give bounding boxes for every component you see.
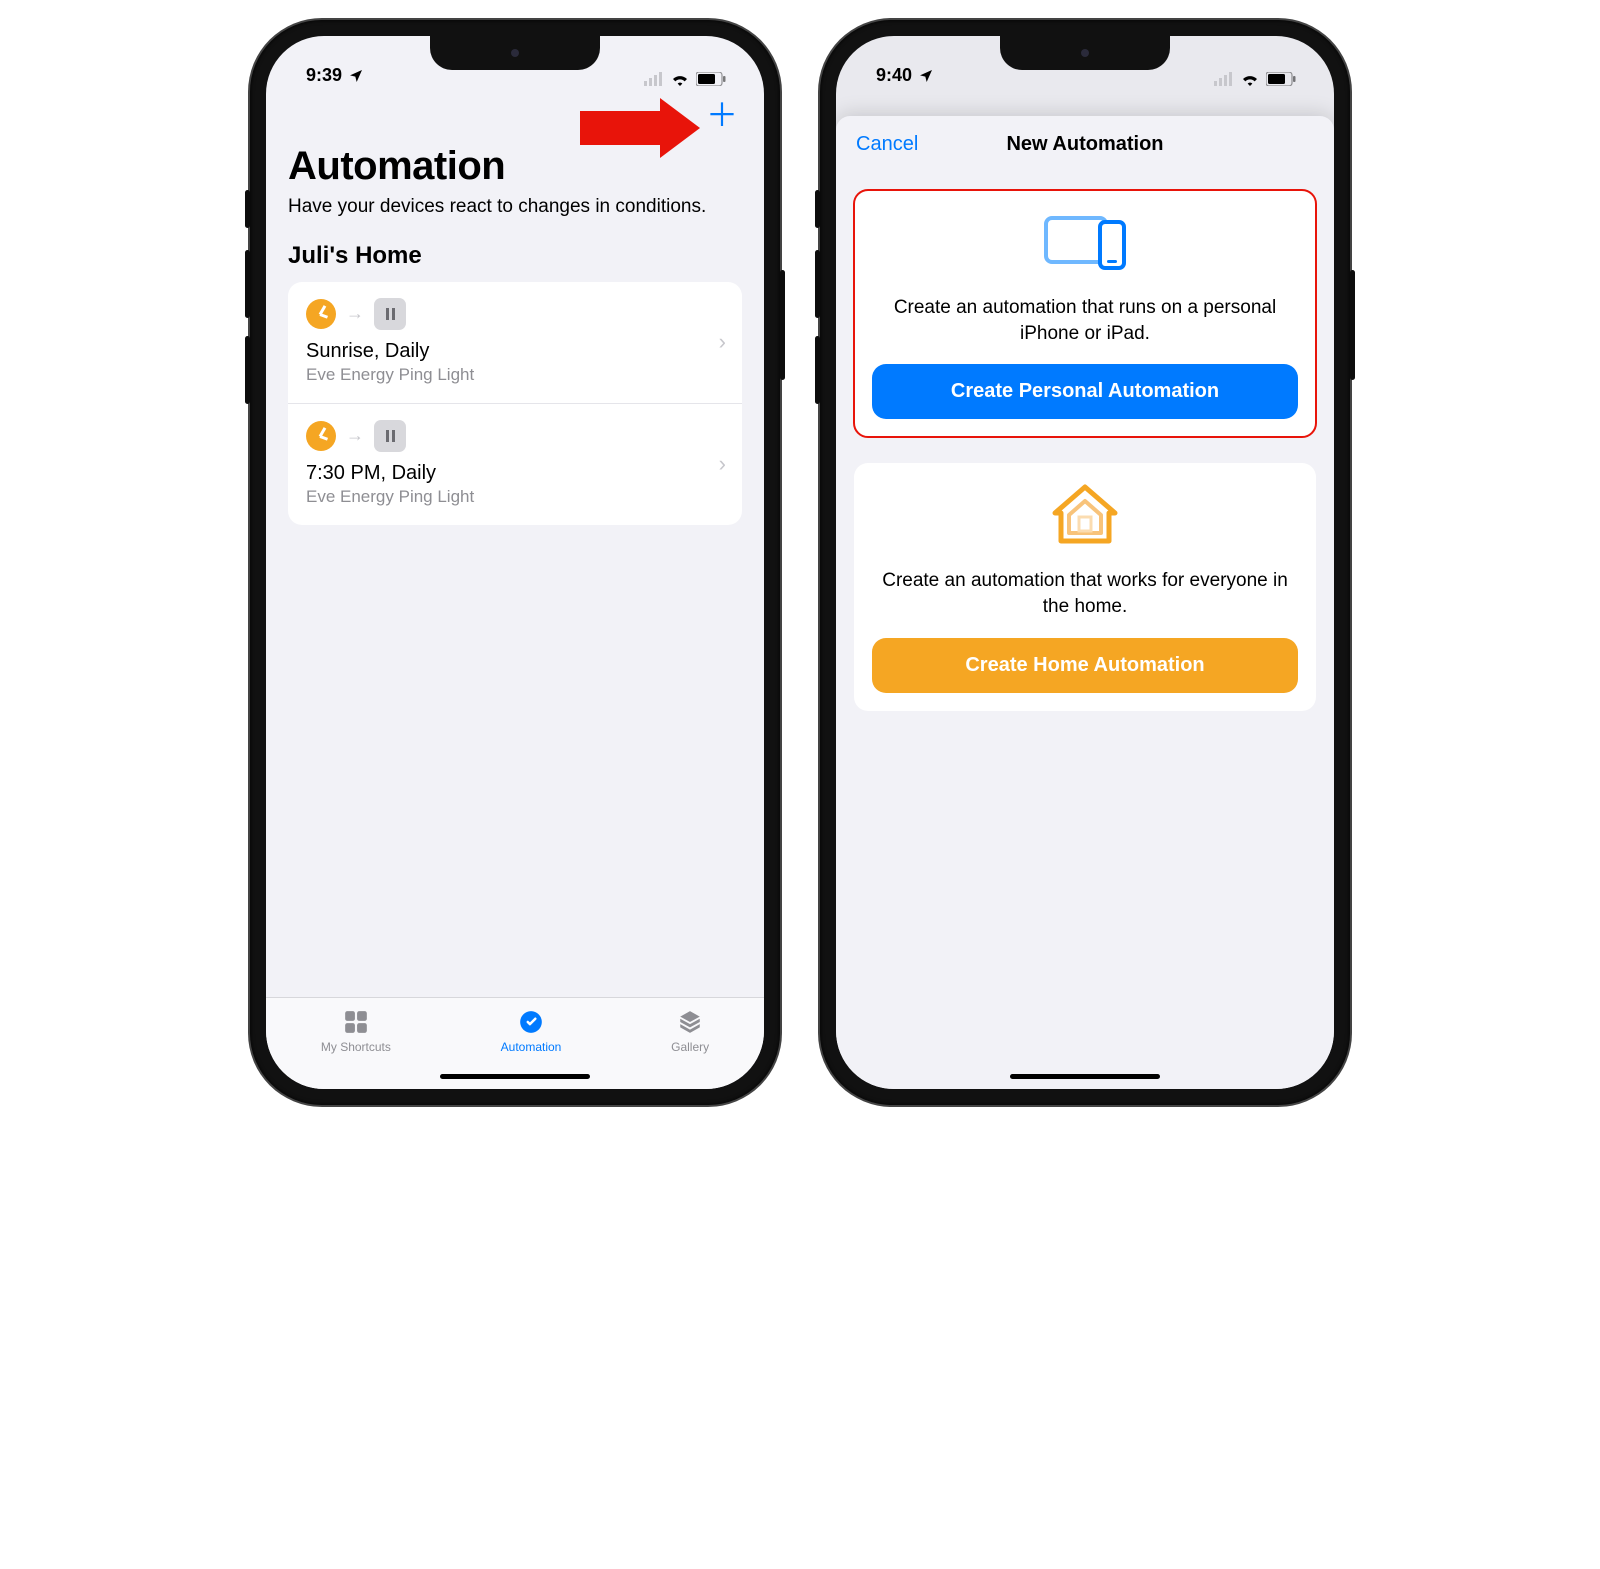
annotation-arrow <box>580 98 700 158</box>
phone-frame-right: 9:40 Cancel New Automation Create <box>820 20 1350 1105</box>
clock-icon <box>306 421 336 451</box>
phone-frame-left: 9:39 ＋ Automation Have your devices reac… <box>250 20 780 1105</box>
automation-subtitle: Eve Energy Ping Light <box>306 365 724 385</box>
sheet-content: Create an automation that runs on a pers… <box>836 172 1334 729</box>
grid-icon <box>341 1008 371 1036</box>
tab-my-shortcuts[interactable]: My Shortcuts <box>321 1008 391 1089</box>
status-time: 9:40 <box>876 65 912 86</box>
add-button[interactable]: ＋ <box>706 99 738 131</box>
tab-gallery[interactable]: Gallery <box>671 1008 709 1089</box>
tab-label: My Shortcuts <box>321 1040 391 1054</box>
tab-label: Gallery <box>671 1040 709 1054</box>
automation-row[interactable]: → 7:30 PM, Daily Eve Energy Ping Light › <box>288 403 742 525</box>
sheet-title: New Automation <box>1006 133 1163 156</box>
personal-desc: Create an automation that runs on a pers… <box>878 295 1292 346</box>
arrow-icon: → <box>346 425 364 446</box>
wifi-icon <box>1240 72 1260 86</box>
chevron-right-icon: › <box>719 451 726 477</box>
volume-up-button <box>815 250 820 318</box>
status-time: 9:39 <box>306 65 342 86</box>
personal-automation-card: Create an automation that runs on a pers… <box>854 190 1316 437</box>
volume-down-button <box>815 336 820 404</box>
cellular-icon <box>1214 72 1234 86</box>
location-icon <box>918 68 934 84</box>
automation-title: 7:30 PM, Daily <box>306 462 724 485</box>
automation-title: Sunrise, Daily <box>306 340 724 363</box>
side-button <box>1350 270 1355 380</box>
volume-up-button <box>245 250 250 318</box>
wifi-icon <box>670 72 690 86</box>
arrow-icon: → <box>346 303 364 324</box>
battery-icon <box>1266 72 1296 86</box>
page-subtitle: Have your devices react to changes in co… <box>288 195 742 220</box>
new-automation-sheet: Cancel New Automation Create an automati… <box>836 116 1334 1089</box>
nav-bar: ＋ <box>266 90 764 140</box>
cellular-icon <box>644 72 664 86</box>
cancel-button[interactable]: Cancel <box>856 133 918 156</box>
home-automation-card: Create an automation that works for ever… <box>854 463 1316 710</box>
pause-icon <box>374 298 406 330</box>
tab-label: Automation <box>501 1040 562 1054</box>
automation-subtitle: Eve Energy Ping Light <box>306 487 724 507</box>
automation-tab-icon <box>516 1008 546 1036</box>
pause-icon <box>374 420 406 452</box>
automations-list: → Sunrise, Daily Eve Energy Ping Light ›… <box>288 282 742 525</box>
home-desc: Create an automation that works for ever… <box>878 568 1292 619</box>
notch <box>430 36 600 70</box>
main-content: Automation Have your devices react to ch… <box>266 140 764 997</box>
side-button <box>780 270 785 380</box>
screen-right: 9:40 Cancel New Automation Create <box>836 36 1334 1089</box>
devices-icon <box>1040 210 1130 274</box>
location-icon <box>348 68 364 84</box>
home-indicator[interactable] <box>440 1074 590 1079</box>
create-home-automation-button[interactable]: Create Home Automation <box>872 638 1298 693</box>
chevron-right-icon: › <box>719 329 726 355</box>
mute-switch <box>815 190 820 228</box>
mute-switch <box>245 190 250 228</box>
notch <box>1000 36 1170 70</box>
create-personal-automation-button[interactable]: Create Personal Automation <box>872 364 1298 419</box>
home-icon <box>1049 483 1121 552</box>
screen-left: 9:39 ＋ Automation Have your devices reac… <box>266 36 764 1089</box>
battery-icon <box>696 72 726 86</box>
gallery-icon <box>675 1008 705 1036</box>
home-section-header: Juli's Home <box>288 242 742 270</box>
automation-row[interactable]: → Sunrise, Daily Eve Energy Ping Light › <box>288 282 742 403</box>
home-indicator[interactable] <box>1010 1074 1160 1079</box>
sheet-nav: Cancel New Automation <box>836 116 1334 172</box>
volume-down-button <box>245 336 250 404</box>
clock-icon <box>306 299 336 329</box>
